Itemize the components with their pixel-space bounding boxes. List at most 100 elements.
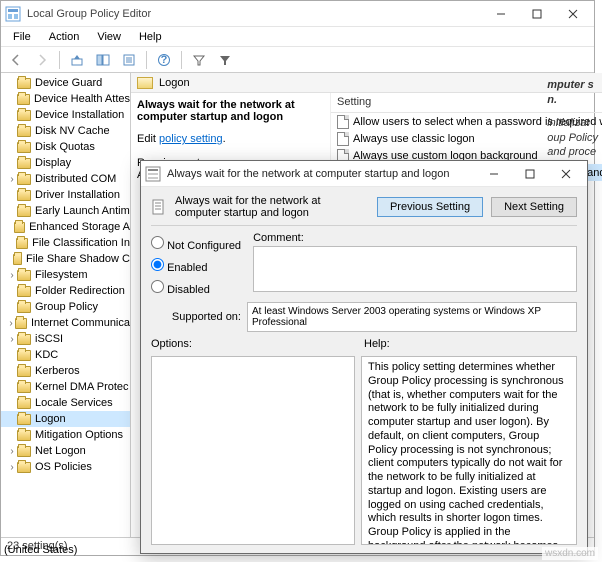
tree-item-label: Display bbox=[35, 157, 71, 169]
folder-icon bbox=[17, 414, 31, 425]
folder-icon bbox=[17, 206, 31, 217]
tree-item[interactable]: Kernel DMA Protec bbox=[1, 379, 130, 395]
menu-view[interactable]: View bbox=[89, 29, 129, 45]
filter-button[interactable] bbox=[188, 49, 210, 71]
tree-item[interactable]: › Internet Communica bbox=[1, 315, 130, 331]
folder-icon bbox=[17, 350, 31, 361]
expand-icon[interactable]: › bbox=[7, 334, 17, 345]
help-box: This policy setting determines whether G… bbox=[361, 356, 577, 545]
menu-help[interactable]: Help bbox=[131, 29, 170, 45]
previous-setting-button[interactable]: Previous Setting bbox=[377, 197, 483, 217]
folder-icon bbox=[16, 238, 28, 249]
titlebar[interactable]: Local Group Policy Editor bbox=[1, 1, 594, 27]
tree-item-label: Filesystem bbox=[35, 269, 88, 281]
tree-item-label: Kernel DMA Protec bbox=[35, 381, 129, 393]
tree-item[interactable]: ›OS Policies bbox=[1, 459, 130, 475]
expand-icon[interactable]: › bbox=[7, 318, 15, 329]
expand-icon[interactable]: › bbox=[7, 174, 17, 185]
comment-input[interactable] bbox=[253, 246, 577, 292]
tree-item-label: Device Installation bbox=[35, 109, 124, 121]
dialog-heading: Always wait for the network at computer … bbox=[175, 195, 369, 219]
menubar: File Action View Help bbox=[1, 27, 594, 47]
tree-item[interactable]: Locale Services bbox=[1, 395, 130, 411]
tree-item[interactable]: Group Policy bbox=[1, 299, 130, 315]
folder-icon bbox=[17, 382, 31, 393]
tree-item[interactable]: Enhanced Storage A bbox=[1, 219, 130, 235]
tree-item[interactable]: File Share Shadow C bbox=[1, 251, 130, 267]
up-button[interactable] bbox=[66, 49, 88, 71]
minimize-button[interactable] bbox=[484, 3, 518, 25]
folder-icon bbox=[15, 318, 27, 329]
tree-item[interactable]: File Classification In bbox=[1, 235, 130, 251]
expand-icon[interactable]: › bbox=[7, 270, 17, 281]
tree-item[interactable]: Device Health Attes bbox=[1, 91, 130, 107]
filter-options-button[interactable] bbox=[214, 49, 236, 71]
toolbar: ? bbox=[1, 47, 594, 73]
comment-label: Comment: bbox=[253, 232, 577, 244]
nav-tree[interactable]: Device Guard Device Health Attes Device In… bbox=[1, 73, 131, 537]
tree-item-label: Device Guard bbox=[35, 77, 102, 89]
menu-file[interactable]: File bbox=[5, 29, 39, 45]
tree-item[interactable]: › Distributed COM bbox=[1, 171, 130, 187]
back-button[interactable] bbox=[5, 49, 27, 71]
edit-policy-link[interactable]: policy setting bbox=[159, 133, 223, 145]
tree-item-label: Mitigation Options bbox=[35, 429, 123, 441]
folder-icon bbox=[17, 302, 31, 313]
properties-button[interactable] bbox=[118, 49, 140, 71]
tree-item[interactable]: Display bbox=[1, 155, 130, 171]
options-box[interactable] bbox=[151, 356, 355, 545]
folder-icon bbox=[137, 77, 153, 89]
next-setting-button[interactable]: Next Setting bbox=[491, 197, 577, 217]
tree-item-label: Enhanced Storage A bbox=[29, 221, 130, 233]
tree-item[interactable]: Driver Installation bbox=[1, 187, 130, 203]
tree-item[interactable]: Kerberos bbox=[1, 363, 130, 379]
tree-item-label: Driver Installation bbox=[35, 189, 120, 201]
tree-item[interactable]: Disk Quotas bbox=[1, 139, 130, 155]
tree-item-label: File Share Shadow C bbox=[26, 253, 130, 265]
tree-item[interactable]: Folder Redirection bbox=[1, 283, 130, 299]
tree-item[interactable]: Device Guard bbox=[1, 75, 130, 91]
folder-icon bbox=[17, 110, 31, 121]
dialog-close-button[interactable] bbox=[549, 163, 583, 185]
tree-item[interactable]: Mitigation Options bbox=[1, 427, 130, 443]
tree-item[interactable]: ›iSCSI bbox=[1, 331, 130, 347]
tree-item[interactable]: › Filesystem bbox=[1, 267, 130, 283]
show-hide-tree-button[interactable] bbox=[92, 49, 114, 71]
folder-icon bbox=[17, 158, 31, 169]
radio-enabled[interactable]: Enabled bbox=[151, 258, 241, 274]
tree-item[interactable]: Early Launch Antim bbox=[1, 203, 130, 219]
app-icon bbox=[5, 6, 21, 22]
folder-icon bbox=[17, 190, 31, 201]
dialog-maximize-button[interactable] bbox=[513, 163, 547, 185]
tree-item[interactable]: ›Net Logon bbox=[1, 443, 130, 459]
maximize-button[interactable] bbox=[520, 3, 554, 25]
tree-item[interactable]: KDC bbox=[1, 347, 130, 363]
menu-action[interactable]: Action bbox=[41, 29, 88, 45]
tree-item-label: Kerberos bbox=[35, 365, 80, 377]
tree-item[interactable]: Device Installation bbox=[1, 107, 130, 123]
tree-item-label: Internet Communica bbox=[31, 317, 130, 329]
help-label: Help: bbox=[364, 338, 577, 350]
setting-icon bbox=[337, 115, 349, 129]
dialog-titlebar[interactable]: Always wait for the network at computer … bbox=[141, 161, 587, 187]
help-button[interactable]: ? bbox=[153, 49, 175, 71]
tree-item[interactable]: Disk NV Cache bbox=[1, 123, 130, 139]
tree-item-label: Disk Quotas bbox=[35, 141, 95, 153]
radio-disabled[interactable]: Disabled bbox=[151, 280, 241, 296]
folder-icon bbox=[13, 254, 22, 265]
folder-icon bbox=[17, 446, 31, 457]
radio-not-configured[interactable]: Not Configured bbox=[151, 236, 241, 252]
tree-item-label: Distributed COM bbox=[35, 173, 116, 185]
tree-item-label: Disk NV Cache bbox=[35, 125, 110, 137]
folder-icon bbox=[17, 430, 31, 441]
dialog-minimize-button[interactable] bbox=[477, 163, 511, 185]
tree-item-label: Early Launch Antim bbox=[35, 205, 130, 217]
forward-button[interactable] bbox=[31, 49, 53, 71]
tree-item[interactable]: Logon bbox=[1, 411, 130, 427]
close-button[interactable] bbox=[556, 3, 590, 25]
folder-icon bbox=[17, 270, 31, 281]
expand-icon[interactable]: › bbox=[7, 462, 17, 473]
svg-text:?: ? bbox=[161, 54, 168, 66]
expand-icon[interactable]: › bbox=[7, 446, 17, 457]
dialog-title: Always wait for the network at computer … bbox=[167, 168, 477, 180]
